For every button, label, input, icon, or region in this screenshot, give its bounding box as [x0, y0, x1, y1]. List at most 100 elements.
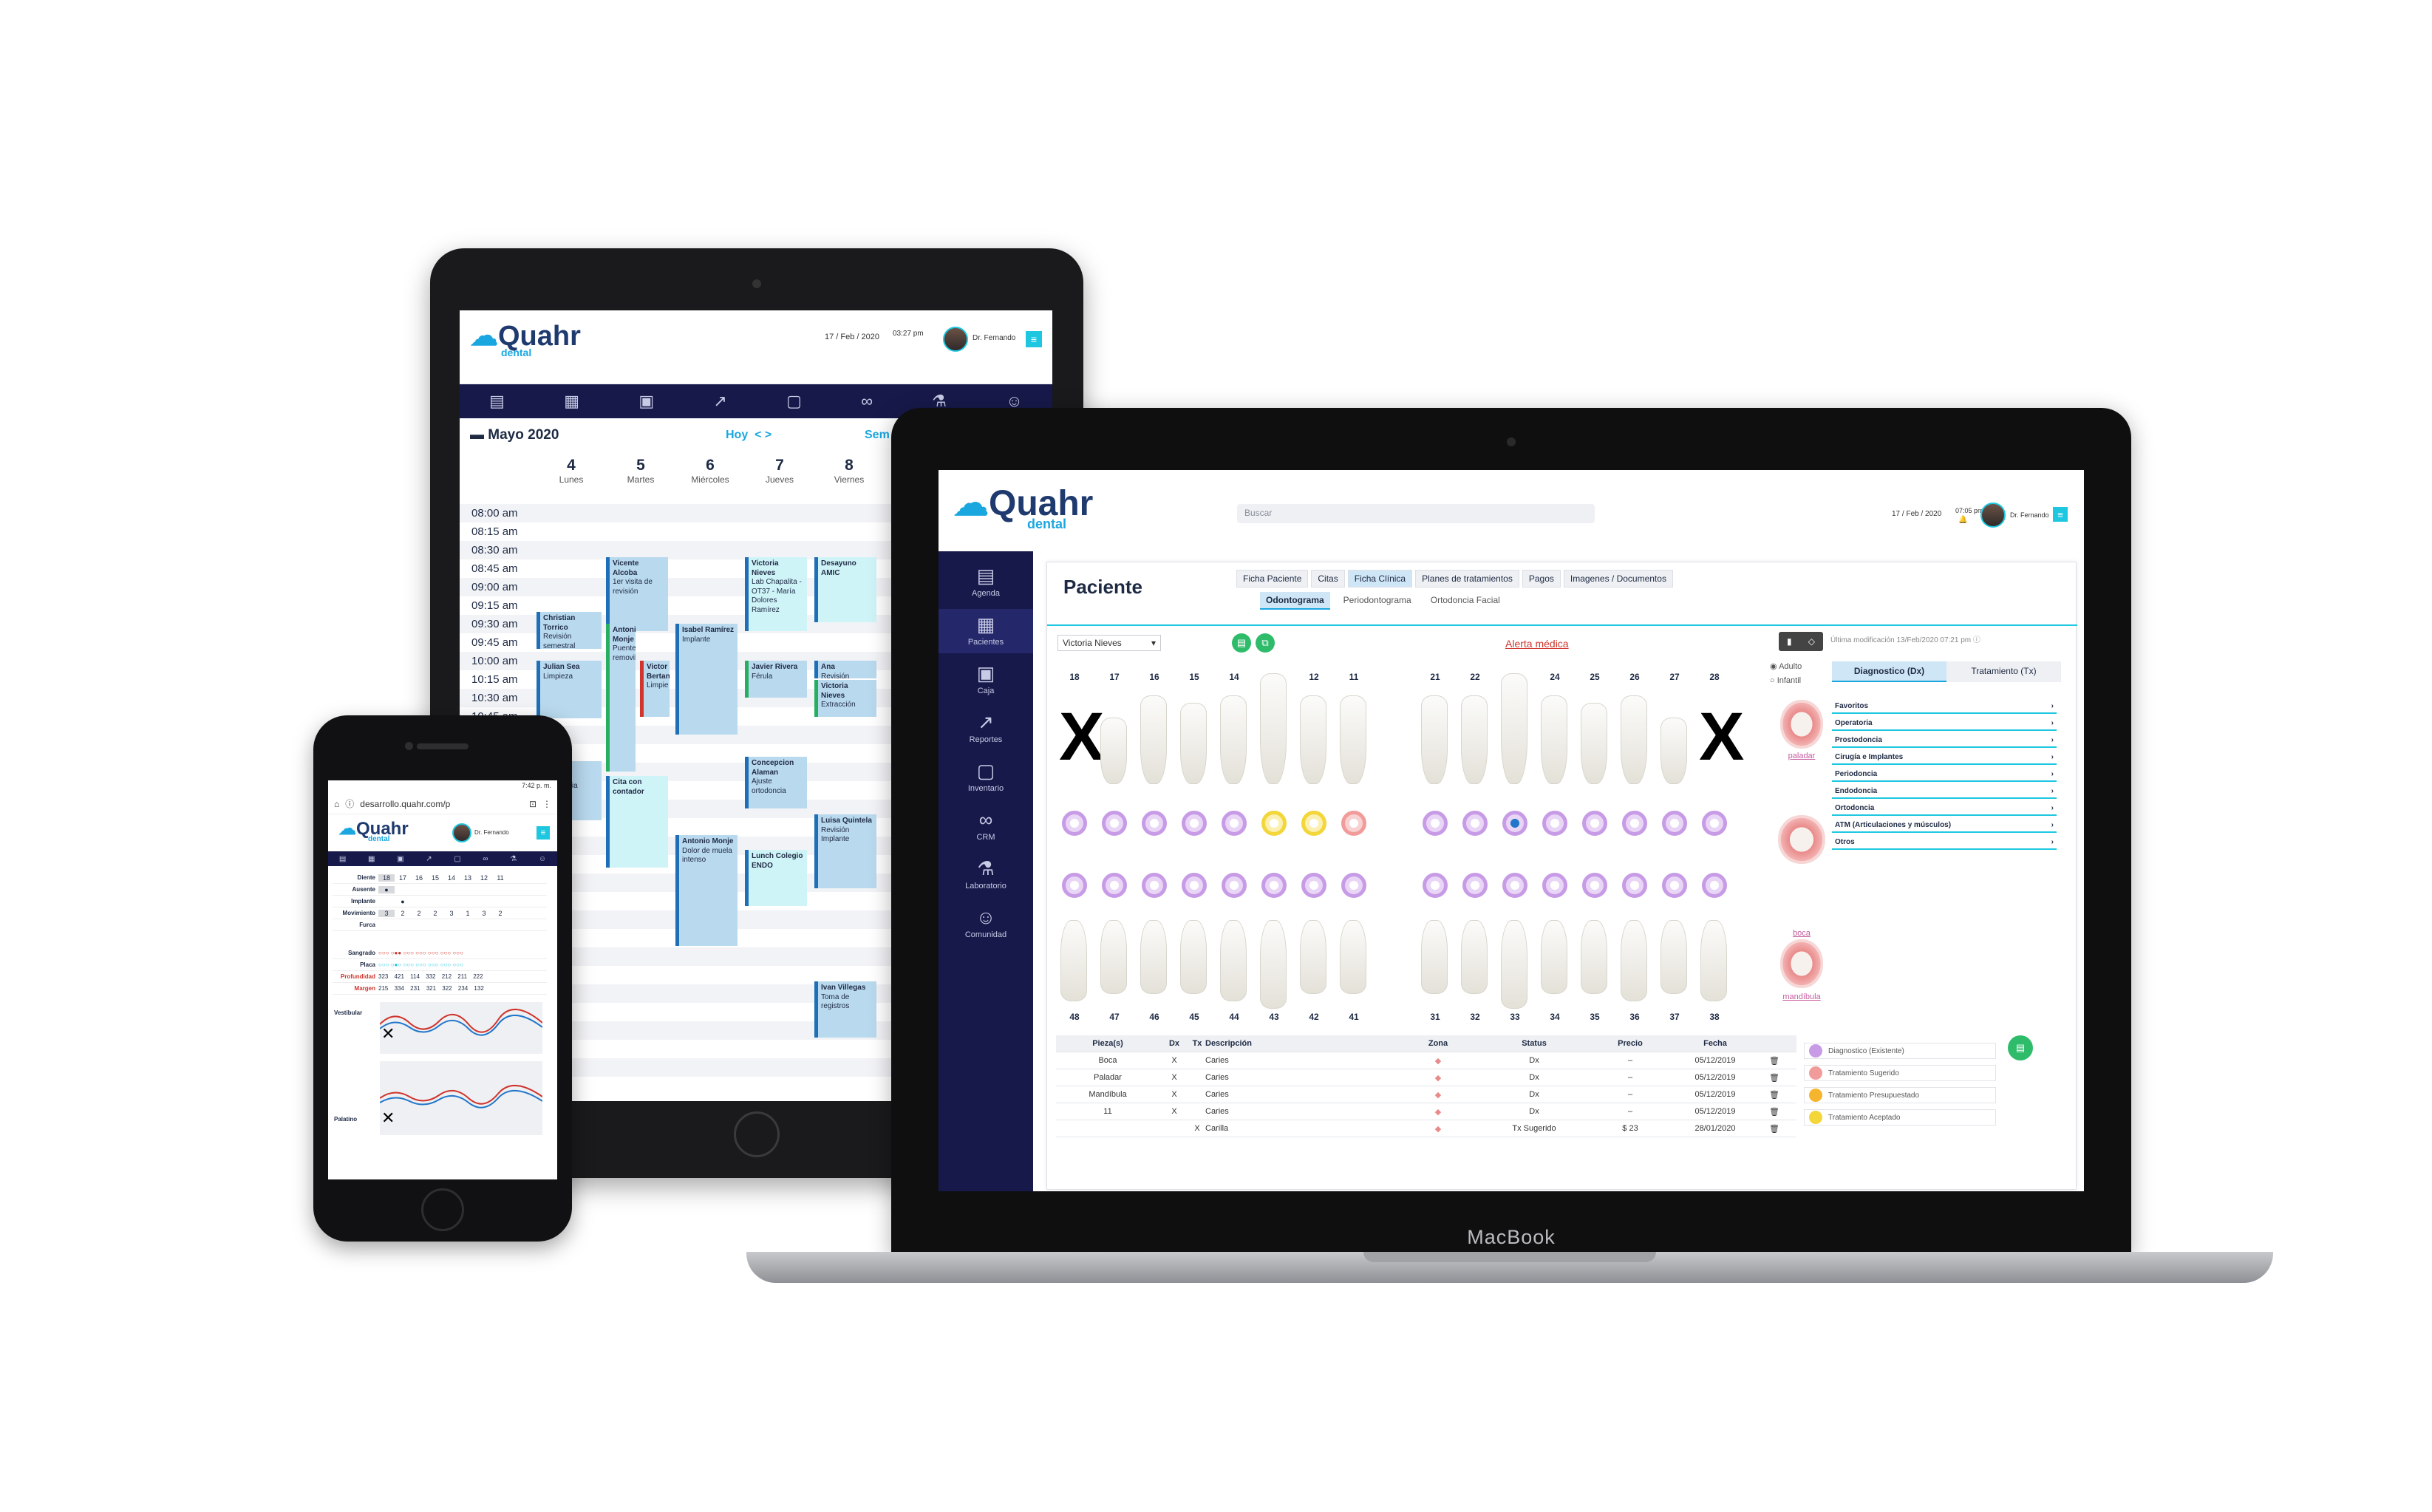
- margin-values[interactable]: 215 334 231 321 322 234 132: [378, 985, 484, 992]
- patients-icon[interactable]: ▦: [564, 392, 579, 411]
- tooth-surface[interactable]: [1462, 873, 1488, 898]
- tooth-number[interactable]: 41: [1343, 1012, 1365, 1022]
- category-item[interactable]: Periodoncia ›: [1832, 768, 2057, 782]
- avatar[interactable]: [943, 327, 968, 352]
- appointment[interactable]: Cita con contador: [606, 776, 668, 868]
- depth-values[interactable]: 323 421 114 332 212 211 222: [378, 973, 483, 980]
- sidebar-item-comunidad[interactable]: ☺ Comunidad: [939, 902, 1033, 946]
- tooth-number[interactable]: 43: [1263, 1012, 1285, 1022]
- prev-next-arrows[interactable]: < >: [755, 429, 772, 441]
- tooth-surface[interactable]: [1662, 811, 1687, 836]
- sidebar-item-pacientes[interactable]: ▦ Pacientes: [939, 609, 1033, 653]
- crm-icon[interactable]: ∞: [861, 392, 873, 411]
- perio-cell[interactable]: 3: [443, 910, 460, 917]
- tooth-surface[interactable]: [1062, 873, 1087, 898]
- perio-cell[interactable]: 15: [427, 874, 443, 882]
- print-icon[interactable]: ▤: [1232, 633, 1251, 653]
- tooth-number[interactable]: 22: [1464, 672, 1486, 682]
- tab-ficha-paciente[interactable]: Ficha Paciente: [1236, 570, 1309, 588]
- tooth-surface[interactable]: [1702, 873, 1727, 898]
- appointment[interactable]: Victoria Nieves Lab Chapalita - OT37 - Ma…: [745, 557, 807, 631]
- mouth-label[interactable]: mandíbula: [1776, 992, 1828, 1001]
- category-item[interactable]: Cirugía e Implantes ›: [1832, 751, 2057, 765]
- app-logo[interactable]: ☁Quahr dental: [338, 820, 409, 843]
- tooth-number[interactable]: 17: [1103, 672, 1125, 682]
- tooth-number[interactable]: 25: [1584, 672, 1606, 682]
- medical-alert[interactable]: Alerta médica: [1505, 638, 1569, 650]
- tooth[interactable]: [1060, 920, 1087, 1001]
- mandible-icon[interactable]: [1780, 939, 1823, 988]
- sidebar-item-caja[interactable]: ▣ Caja: [939, 658, 1033, 702]
- cash-icon[interactable]: ▣: [397, 855, 403, 863]
- tab-pagos[interactable]: Pagos: [1522, 570, 1561, 588]
- perio-cell[interactable]: 1: [460, 910, 476, 917]
- mouth-label[interactable]: boca: [1776, 929, 1828, 938]
- tooth-surface[interactable]: [1182, 811, 1207, 836]
- tooth-surface[interactable]: [1622, 811, 1647, 836]
- tooth-surface[interactable]: [1462, 811, 1488, 836]
- table-row[interactable]: X Carilla ◆ Tx Sugerido $ 23 28/01/2020 🗑: [1056, 1120, 1796, 1137]
- tooth-number[interactable]: 12: [1303, 672, 1325, 682]
- perio-cell[interactable]: 14: [443, 874, 460, 882]
- tooth-surface[interactable]: [1142, 811, 1167, 836]
- tooth-number[interactable]: 45: [1183, 1012, 1205, 1022]
- sidebar-item-crm[interactable]: ∞ CRM: [939, 804, 1033, 848]
- agenda-icon[interactable]: ▤: [339, 855, 346, 863]
- tooth[interactable]: [1220, 695, 1247, 784]
- tooth-number[interactable]: 34: [1544, 1012, 1566, 1022]
- tooth-surface[interactable]: [1182, 873, 1207, 898]
- menu-icon[interactable]: ≡: [1026, 331, 1042, 347]
- tooth[interactable]: [1421, 920, 1448, 994]
- missing-tooth-mark[interactable]: X: [1699, 703, 1744, 771]
- appointment[interactable]: Desayuno AMIC: [814, 557, 876, 622]
- tooth[interactable]: [1581, 703, 1607, 784]
- tab-citas[interactable]: Citas: [1311, 570, 1345, 588]
- tooth-number[interactable]: 48: [1063, 1012, 1086, 1022]
- tab-periodontograma[interactable]: Periodontograma: [1338, 592, 1417, 610]
- patients-icon[interactable]: ▦: [368, 855, 375, 863]
- tooth-number[interactable]: 38: [1703, 1012, 1726, 1022]
- tooth[interactable]: [1501, 920, 1527, 1009]
- appointment[interactable]: Javier Rivera Férula: [745, 661, 807, 698]
- reports-icon[interactable]: ↗: [713, 392, 726, 411]
- appointment[interactable]: Concepcion Alaman Ajuste ortodoncia: [745, 757, 807, 808]
- tooth-surface[interactable]: [1502, 811, 1527, 836]
- perio-cell[interactable]: ●: [378, 885, 395, 893]
- tooth-surface[interactable]: [1702, 811, 1727, 836]
- perio-cell[interactable]: 3: [378, 909, 395, 917]
- tooth-number[interactable]: 16: [1143, 672, 1165, 682]
- appointment[interactable]: Lunch Colegio ENDO: [745, 850, 807, 906]
- tooth[interactable]: [1340, 920, 1366, 994]
- menu-icon[interactable]: ≡: [2053, 507, 2068, 522]
- perio-cell[interactable]: 12: [476, 874, 492, 882]
- perio-cell[interactable]: 13: [460, 874, 476, 882]
- tooth-number[interactable]: 42: [1303, 1012, 1325, 1022]
- reports-icon[interactable]: ↗: [426, 855, 432, 863]
- trash-icon[interactable]: 🗑: [1769, 1074, 1779, 1083]
- tooth-surface[interactable]: [1301, 873, 1326, 898]
- perio-cell[interactable]: 11: [492, 874, 508, 882]
- appointment[interactable]: Isabel Ramírez Implante: [675, 624, 738, 735]
- tooth-surface[interactable]: [1341, 873, 1366, 898]
- tooth[interactable]: [1501, 673, 1527, 784]
- tooth-number[interactable]: 36: [1624, 1012, 1646, 1022]
- inventory-icon[interactable]: ▢: [786, 392, 802, 411]
- tooth-surface[interactable]: [1222, 811, 1247, 836]
- tooth-number[interactable]: 14: [1223, 672, 1245, 682]
- tooth-surface[interactable]: [1301, 811, 1326, 836]
- tooth[interactable]: [1700, 920, 1727, 1001]
- tooth[interactable]: [1260, 920, 1287, 1009]
- category-item[interactable]: ATM (Articulaciones y músculos) ›: [1832, 819, 2057, 833]
- tab-odontograma[interactable]: Odontograma: [1260, 592, 1330, 610]
- print-icon[interactable]: ▤: [2008, 1035, 2033, 1060]
- menu-icon[interactable]: ≡: [537, 826, 550, 840]
- tooth-surface[interactable]: [1542, 811, 1567, 836]
- tooth-surface[interactable]: [1261, 873, 1287, 898]
- appointment[interactable]: Christian Torrico Revisión semestral: [537, 612, 602, 649]
- tooth[interactable]: [1220, 920, 1247, 1001]
- appointment[interactable]: Ivan Villegas Toma de registros: [814, 981, 876, 1038]
- tooth-number[interactable]: 37: [1663, 1012, 1686, 1022]
- appointment[interactable]: Victoria Nieves Extracción: [814, 680, 876, 717]
- sidebar-item-agenda[interactable]: ▤ Agenda: [939, 560, 1033, 605]
- mouth-icon[interactable]: [1778, 815, 1825, 864]
